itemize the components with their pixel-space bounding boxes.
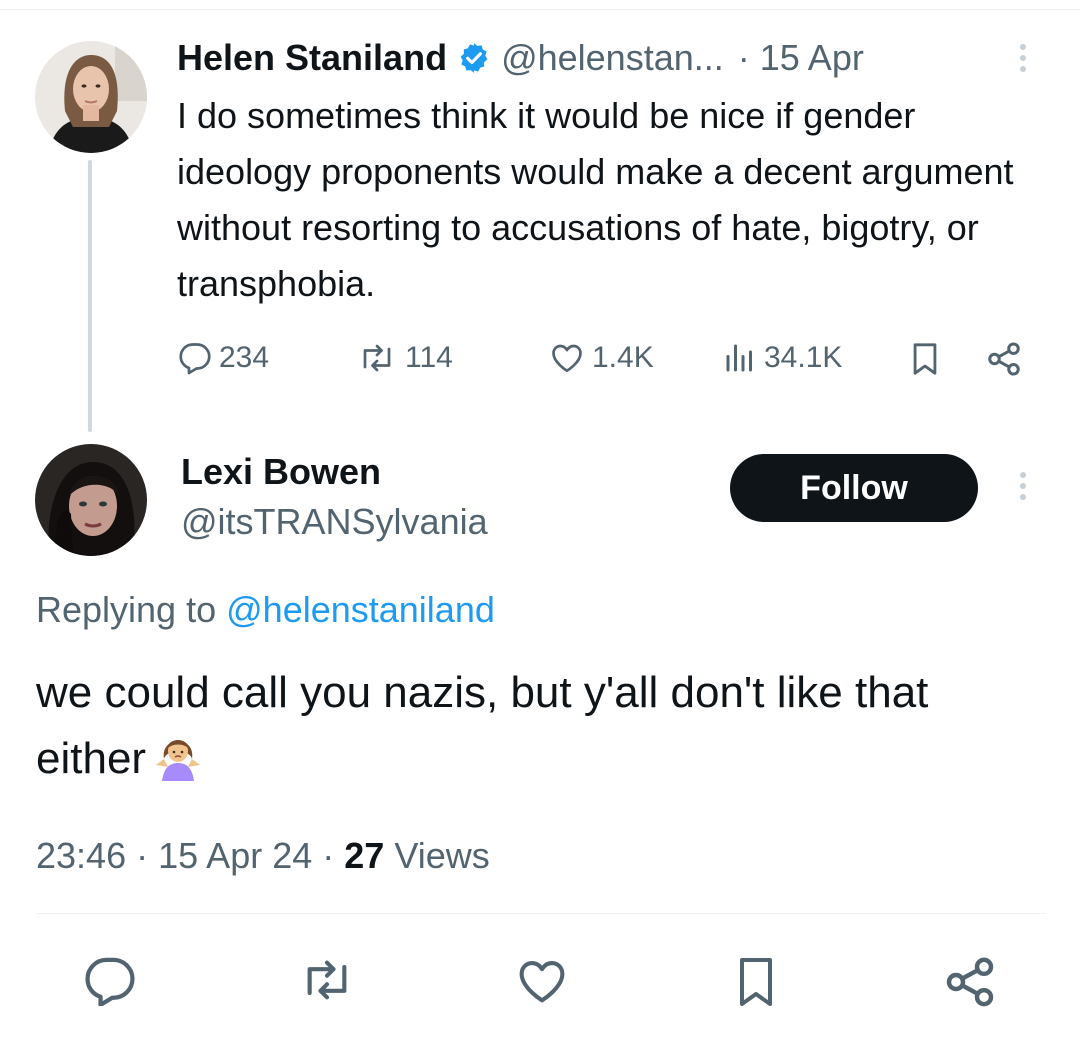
parent-tweet-text: I do sometimes think it would be nice if… bbox=[177, 95, 1014, 304]
thread-connector bbox=[88, 160, 92, 432]
lexi-avatar[interactable] bbox=[35, 444, 147, 556]
analytics-icon bbox=[726, 344, 752, 372]
parent-date[interactable]: 15 Apr bbox=[760, 38, 864, 78]
tweet-time[interactable]: 23:46 bbox=[36, 835, 126, 876]
action-repost-icon[interactable] bbox=[296, 954, 358, 1006]
action-share-icon[interactable] bbox=[942, 954, 998, 1010]
action-reply-icon[interactable] bbox=[80, 954, 140, 1006]
main-more-icon[interactable] bbox=[1018, 472, 1028, 500]
view-count-button[interactable]: 34.1K bbox=[722, 340, 842, 376]
action-bookmark-icon[interactable] bbox=[732, 954, 780, 1010]
follow-button[interactable]: Follow bbox=[730, 454, 978, 522]
reply-count: 234 bbox=[219, 341, 270, 374]
timestamp-dot: · bbox=[136, 835, 149, 876]
tweet-date[interactable]: 15 Apr 24 bbox=[158, 835, 312, 876]
like-count-button[interactable]: 1.4K bbox=[548, 340, 654, 376]
reply-icon bbox=[179, 343, 211, 375]
replying-to-prefix: Replying to bbox=[36, 589, 217, 630]
parent-author-name[interactable]: Helen Staniland bbox=[177, 38, 447, 78]
header-separator: · bbox=[737, 37, 750, 78]
action-like-icon[interactable] bbox=[514, 954, 570, 1006]
parent-handle[interactable]: @helenstan... bbox=[501, 38, 724, 78]
main-handle[interactable]: @itsTRANSylvania bbox=[181, 502, 488, 542]
replying-to-mention[interactable]: @helenstaniland bbox=[226, 589, 495, 630]
repost-icon bbox=[363, 344, 391, 372]
bookmark-icon[interactable] bbox=[908, 340, 942, 383]
timestamp-line: 23:46 · 15 Apr 24 · 27 Views bbox=[36, 836, 490, 876]
reply-count-button[interactable]: 234 bbox=[177, 340, 269, 376]
view-count: 34.1K bbox=[764, 341, 843, 374]
repost-count-button[interactable]: 114 bbox=[355, 340, 453, 376]
parent-more-icon[interactable] bbox=[1018, 44, 1028, 72]
action-bar-divider bbox=[36, 913, 1046, 914]
main-author-name[interactable]: Lexi Bowen bbox=[181, 452, 381, 492]
main-tweet-text-block: we could call you nazis, but y'all don't… bbox=[36, 660, 1036, 800]
views-label: Views bbox=[394, 835, 490, 876]
timestamp-dot-2: · bbox=[322, 835, 335, 876]
heart-icon bbox=[552, 344, 582, 373]
verified-badge-icon bbox=[457, 41, 491, 75]
top-divider bbox=[0, 9, 1080, 10]
replying-to-line: Replying to @helenstaniland bbox=[36, 590, 495, 630]
share-icon[interactable] bbox=[985, 340, 1023, 383]
repost-count: 114 bbox=[405, 341, 453, 374]
parent-header: Helen Staniland @helenstan... · 15 Apr bbox=[177, 38, 864, 78]
person-shrugging-icon bbox=[152, 729, 204, 800]
views-count: 27 bbox=[344, 835, 385, 876]
like-count: 1.4K bbox=[592, 341, 654, 374]
helen-avatar[interactable] bbox=[35, 41, 147, 153]
